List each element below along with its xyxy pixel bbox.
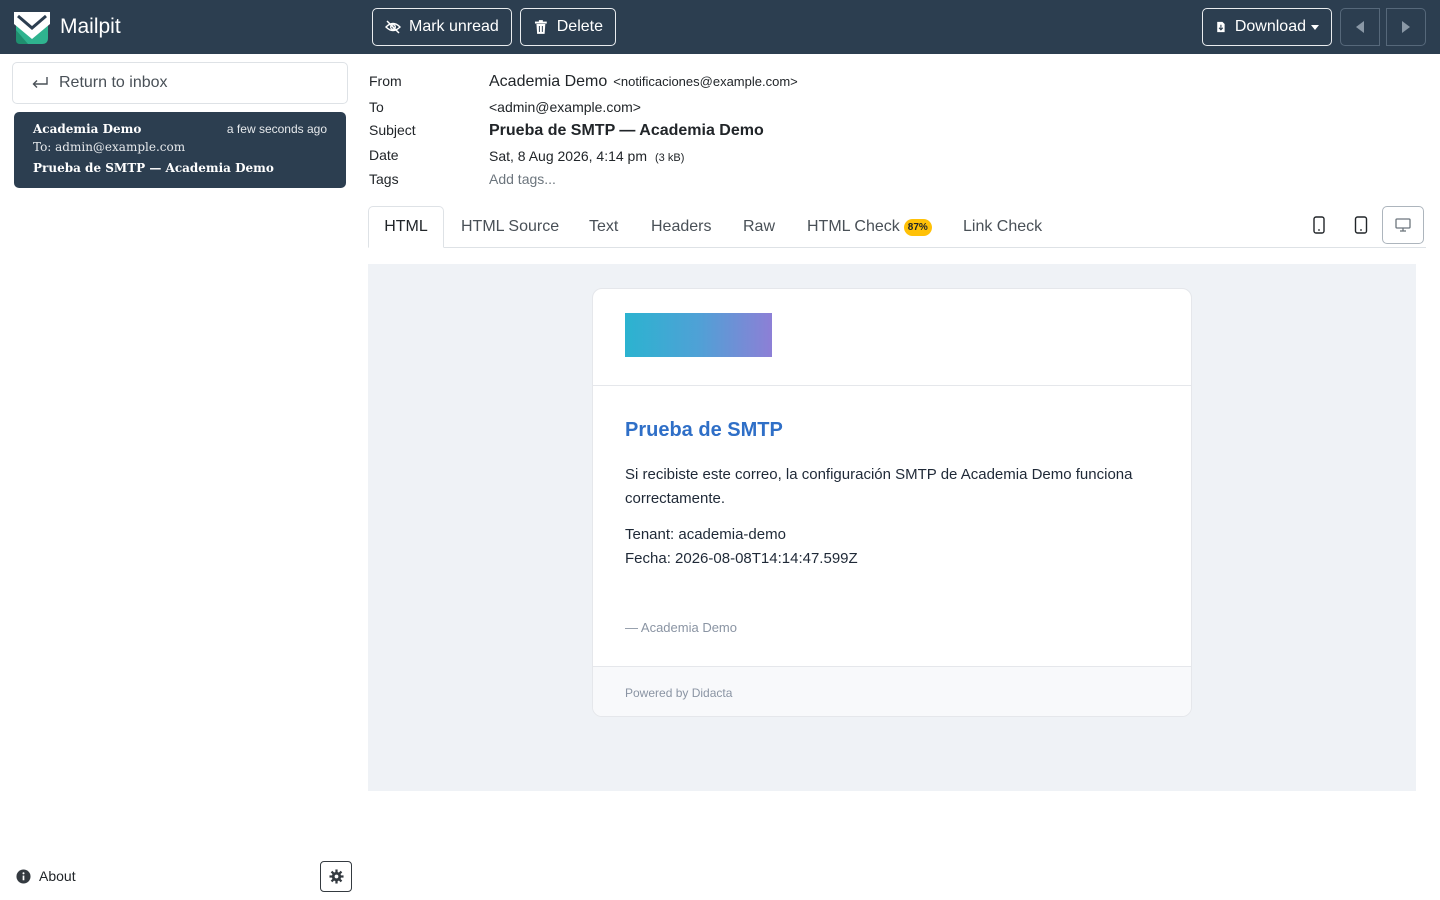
info-circle-icon xyxy=(16,868,31,884)
email-body: Prueba de SMTP Si recibiste este correo,… xyxy=(592,288,1192,717)
phone-icon xyxy=(1313,216,1325,234)
message-from: Academia Demo xyxy=(33,122,142,136)
subject-label: Subject xyxy=(369,122,416,138)
from-email: <notificaciones@example.com> xyxy=(613,74,798,89)
email-header xyxy=(593,289,1191,386)
delete-button[interactable]: Delete xyxy=(520,8,616,46)
html-check-score-badge: 87% xyxy=(903,218,932,236)
return-arrow-icon xyxy=(32,77,48,88)
to-value: <admin@example.com> xyxy=(489,99,641,115)
mark-unread-label: Mark unread xyxy=(409,18,499,35)
email-title: Prueba de SMTP xyxy=(625,419,783,441)
subject-value: Prueba de SMTP — Academia Demo xyxy=(489,122,764,139)
mark-unread-button[interactable]: Mark unread xyxy=(372,8,512,46)
about-label: About xyxy=(39,868,76,884)
date-value: Sat, 8 Aug 2026, 4:14 pm (3 kB) xyxy=(489,148,684,164)
file-download-icon xyxy=(1217,21,1225,33)
settings-button[interactable] xyxy=(320,861,352,892)
tab-raw[interactable]: Raw xyxy=(743,206,775,248)
tab-html-check-label: HTML Check xyxy=(807,218,900,235)
date-text: Sat, 8 Aug 2026, 4:14 pm xyxy=(489,148,648,164)
message-to: To: admin@example.com xyxy=(33,140,186,154)
tab-headers[interactable]: Headers xyxy=(651,206,711,248)
view-tablet-button[interactable] xyxy=(1350,206,1372,244)
top-navbar: Mailpit Mark unread Delete Download xyxy=(0,0,1440,54)
email-signature: — Academia Demo xyxy=(625,620,737,635)
tab-html[interactable]: HTML xyxy=(368,206,444,248)
email-footer: Powered by Didacta xyxy=(593,666,1191,716)
caret-left-icon xyxy=(1356,21,1364,33)
gear-icon xyxy=(328,869,344,884)
to-label: To xyxy=(369,99,384,115)
download-dropdown-button[interactable]: Download xyxy=(1202,8,1332,46)
from-label: From xyxy=(369,73,402,89)
desktop-icon xyxy=(1395,218,1411,232)
brand[interactable]: Mailpit xyxy=(12,7,121,47)
email-paragraph: Si recibiste este correo, la configuraci… xyxy=(625,466,1133,507)
email-logo-image xyxy=(625,313,772,357)
date-label: Date xyxy=(369,147,399,163)
tab-html-source[interactable]: HTML Source xyxy=(461,206,559,248)
view-phone-button[interactable] xyxy=(1308,206,1330,244)
message-time: a few seconds ago xyxy=(226,122,327,136)
return-to-inbox-button[interactable]: Return to inbox xyxy=(12,62,348,104)
email-tenant: Tenant: academia-demo xyxy=(625,526,786,543)
tab-text[interactable]: Text xyxy=(589,206,618,248)
eye-slash-icon xyxy=(385,20,401,34)
delete-label: Delete xyxy=(556,18,603,35)
tablet-icon xyxy=(1354,216,1368,234)
mailpit-logo-icon xyxy=(14,12,50,44)
from-value: Academia Demo <notificaciones@example.com… xyxy=(489,73,798,91)
about-link[interactable]: About xyxy=(16,868,76,884)
tab-html-check[interactable]: HTML Check 87% xyxy=(807,206,932,248)
trash-icon xyxy=(534,20,547,34)
download-label: Download xyxy=(1234,18,1306,35)
view-desktop-button[interactable] xyxy=(1382,206,1424,244)
tags-input[interactable]: Add tags... xyxy=(489,171,556,187)
caret-right-icon xyxy=(1402,21,1410,33)
message-size: (3 kB) xyxy=(655,152,685,164)
from-name: Academia Demo xyxy=(489,73,608,90)
message-list-item[interactable]: Academia Demo a few seconds ago To: admi… xyxy=(14,112,346,188)
app-name: Mailpit xyxy=(60,15,121,38)
caret-down-icon xyxy=(1311,24,1319,30)
email-fecha: Fecha: 2026-08-08T14:14:47.599Z xyxy=(625,550,858,567)
tab-link-check[interactable]: Link Check xyxy=(963,206,1042,248)
next-message-button[interactable] xyxy=(1386,8,1426,46)
email-footer-text: Powered by Didacta xyxy=(625,686,733,700)
tags-label: Tags xyxy=(369,171,399,187)
return-to-inbox-label: Return to inbox xyxy=(59,74,168,91)
message-subject: Prueba de SMTP — Academia Demo xyxy=(33,161,274,175)
previous-message-button[interactable] xyxy=(1340,8,1380,46)
email-details: Tenant: academia-demo Fecha: 2026-08-08T… xyxy=(625,523,858,571)
html-preview-pane: Prueba de SMTP Si recibiste este correo,… xyxy=(368,264,1416,791)
